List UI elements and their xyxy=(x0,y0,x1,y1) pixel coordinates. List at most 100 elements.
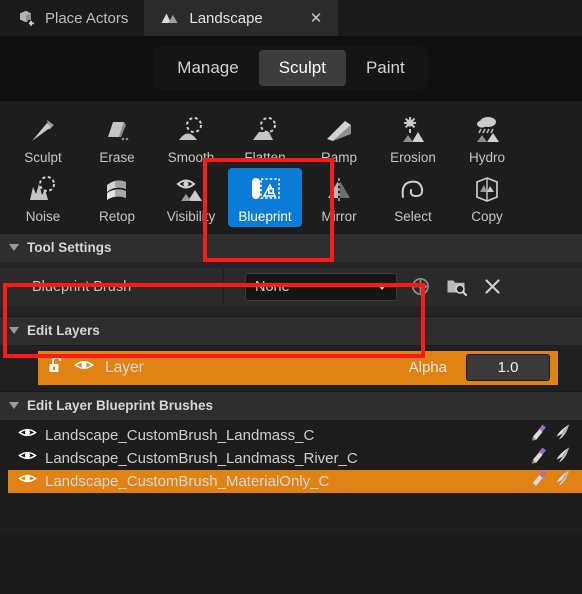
paint-brush-icon[interactable] xyxy=(553,423,572,447)
use-selected-asset-icon[interactable] xyxy=(407,274,433,300)
tool-label: Smooth xyxy=(167,150,215,165)
blueprint-brush-controls: None xyxy=(224,272,582,301)
ramp-icon xyxy=(320,113,358,149)
mirror-icon xyxy=(320,172,358,208)
alpha-label: Alpha xyxy=(408,359,447,377)
brush-list-item[interactable]: Landscape_CustomBrush_Landmass_C xyxy=(8,424,569,447)
brush-name: Landscape_CustomBrush_Landmass_River_C xyxy=(45,449,358,467)
unlocked-padlock-icon[interactable] xyxy=(48,355,65,380)
tool-label: Sculpt xyxy=(24,150,62,165)
flatten-icon xyxy=(246,113,284,149)
tool-select[interactable]: Select xyxy=(376,168,450,227)
tool-noise[interactable]: Noise xyxy=(6,168,80,227)
tool-smooth[interactable]: Smooth xyxy=(154,109,228,168)
chevron-down-icon xyxy=(377,283,387,290)
chevron-down-icon xyxy=(9,402,19,410)
tool-label: Ramp xyxy=(320,150,357,165)
tool-label: Copy xyxy=(471,208,503,224)
noise-icon xyxy=(24,172,62,208)
tool-label: Blueprint xyxy=(238,208,292,224)
brush-row-icons xyxy=(526,424,582,447)
tab-label: Landscape xyxy=(189,9,263,27)
tool-copy[interactable]: Copy xyxy=(450,168,524,227)
brush-name: Landscape_CustomBrush_Landmass_C xyxy=(45,426,315,444)
chevron-down-icon xyxy=(9,244,19,252)
section-title: Tool Settings xyxy=(27,240,112,256)
section-title: Edit Layers xyxy=(27,323,100,339)
tool-label: Visibility xyxy=(166,208,216,224)
brush-list-item[interactable]: Landscape_CustomBrush_MaterialOnly_C xyxy=(8,469,582,493)
tool-hydro[interactable]: Hydro xyxy=(450,109,524,168)
close-icon[interactable]: ✕ xyxy=(310,11,323,26)
section-header-tool-settings[interactable]: Tool Settings xyxy=(0,232,582,262)
mode-paint[interactable]: Paint xyxy=(346,50,425,86)
tab-landscape[interactable]: Landscape ✕ xyxy=(144,0,339,36)
tool-label: Erase xyxy=(99,150,135,165)
edit-layers-body: Layer Alpha 1.0 xyxy=(0,344,582,391)
smooth-icon xyxy=(172,113,210,149)
tool-palette: Sculpt Erase Smooth Flatten Ramp Erosion… xyxy=(0,101,582,233)
layer-name: Layer xyxy=(105,358,144,376)
mode-manage[interactable]: Manage xyxy=(157,50,258,86)
cube-plus-icon xyxy=(16,8,36,28)
tool-ramp[interactable]: Ramp xyxy=(302,109,376,168)
sun-erosion-icon xyxy=(394,113,432,149)
tool-blueprint[interactable]: Blueprint xyxy=(228,167,302,227)
brush-list-item[interactable]: Landscape_CustomBrush_Landmass_River_C xyxy=(8,447,569,470)
tool-erase[interactable]: Erase xyxy=(80,109,154,168)
tool-mirror[interactable]: Mirror xyxy=(302,168,376,227)
rain-cloud-icon xyxy=(468,113,506,149)
mode-sculpt[interactable]: Sculpt xyxy=(258,50,346,86)
lasso-select-icon xyxy=(394,172,432,208)
brush-row-icons xyxy=(526,447,582,470)
section-header-edit-layers[interactable]: Edit Layers xyxy=(0,315,582,345)
chevron-down-icon xyxy=(9,327,19,335)
alpha-value-input[interactable]: 1.0 xyxy=(466,354,550,382)
eye-icon[interactable] xyxy=(18,426,37,444)
layer-row[interactable]: Layer Alpha 1.0 xyxy=(38,350,558,385)
section-header-edit-layer-blueprint-brushes[interactable]: Edit Layer Blueprint Brushes xyxy=(0,390,582,420)
tool-label: Erosion xyxy=(390,150,436,165)
tool-row-1: Sculpt Erase Smooth Flatten Ramp Erosion… xyxy=(0,109,582,168)
sculpt-brush-icon[interactable] xyxy=(530,423,549,447)
blueprint-icon xyxy=(246,172,284,208)
tool-label: Retop xyxy=(98,208,136,224)
sculpt-brush-icon[interactable] xyxy=(530,446,549,470)
tool-visibility[interactable]: Visibility xyxy=(154,168,228,227)
tab-label: Place Actors xyxy=(45,9,129,27)
brush-list-filler xyxy=(0,492,582,533)
brush-name: Landscape_CustomBrush_MaterialOnly_C xyxy=(45,472,330,490)
tool-sculpt[interactable]: Sculpt xyxy=(6,109,80,168)
blueprint-brush-select-value: None xyxy=(255,278,290,295)
clear-asset-icon[interactable] xyxy=(479,274,505,300)
mode-bar: Manage Sculpt Paint xyxy=(154,47,428,89)
trowel-icon xyxy=(24,113,62,149)
copy-cube-icon xyxy=(468,172,506,208)
brush-row-icons xyxy=(526,469,582,493)
paint-brush-icon[interactable] xyxy=(553,469,572,493)
tool-flatten[interactable]: Flatten xyxy=(228,109,302,168)
sculpt-brush-icon[interactable] xyxy=(530,469,549,493)
tool-label: Flatten xyxy=(244,150,286,165)
blueprint-brush-label: Blueprint Brush xyxy=(0,267,224,306)
blueprint-brush-row: Blueprint Brush None xyxy=(0,267,582,306)
section-title: Edit Layer Blueprint Brushes xyxy=(27,398,214,414)
eye-mountain-icon xyxy=(172,172,210,208)
blueprint-brush-select[interactable]: None xyxy=(245,272,397,301)
retopology-icon xyxy=(98,172,136,208)
tool-label: Mirror xyxy=(321,208,357,224)
tool-erosion[interactable]: Erosion xyxy=(376,109,450,168)
tab-place-actors[interactable]: Place Actors xyxy=(0,0,145,36)
eraser-icon xyxy=(98,113,136,149)
mountain-icon xyxy=(160,8,180,28)
paint-brush-icon[interactable] xyxy=(553,446,572,470)
eye-icon[interactable] xyxy=(18,472,37,490)
browse-asset-icon[interactable] xyxy=(443,274,469,300)
mode-bar-container: Manage Sculpt Paint xyxy=(0,36,582,101)
eye-icon[interactable] xyxy=(18,449,37,467)
tool-retop[interactable]: Retop xyxy=(80,168,154,227)
tool-row-2: Noise Retop Visibility Blueprint Mirror … xyxy=(0,167,582,227)
tool-settings-body: Blueprint Brush None xyxy=(0,261,582,316)
eye-icon[interactable] xyxy=(74,358,94,377)
tool-label: Noise xyxy=(25,208,61,224)
